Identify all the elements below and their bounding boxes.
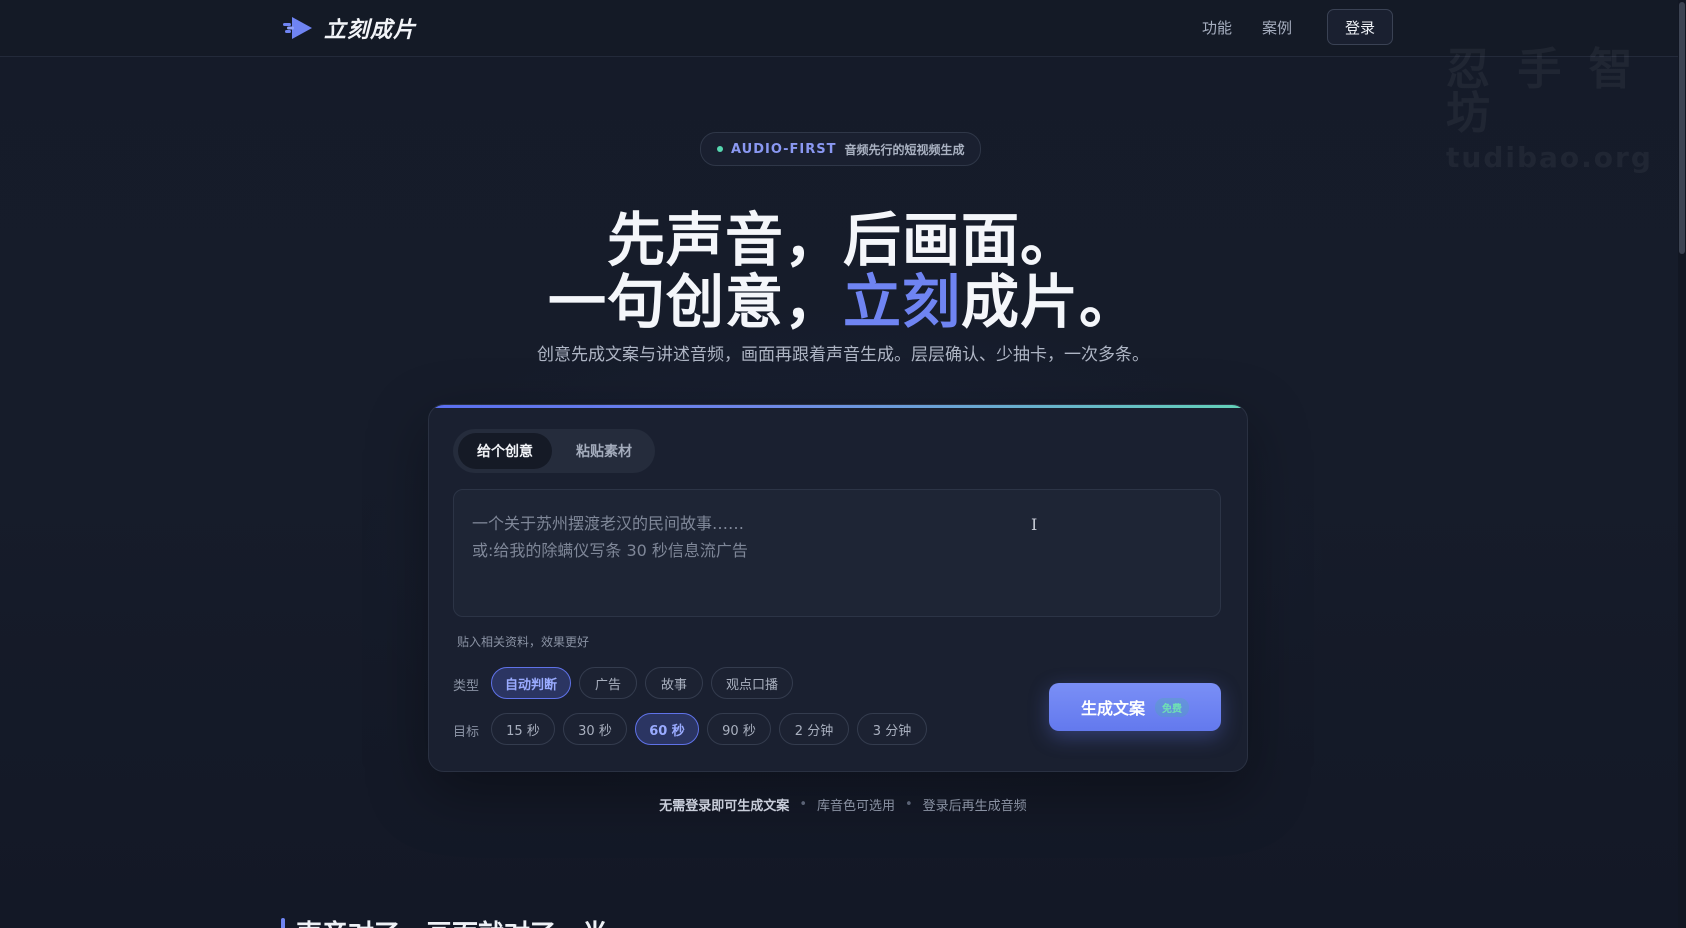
headline-suffix: 成片。 bbox=[961, 268, 1139, 336]
badge-text: 音频先行的短视频生成 bbox=[844, 142, 965, 157]
idea-input[interactable]: 一个关于苏州摆渡老汉的民间故事…… 或:给我的除螨仪写条 30 秒信息流广告 bbox=[453, 489, 1221, 617]
type-chip-opinion[interactable]: 观点口播 bbox=[711, 667, 793, 699]
audio-first-badge: AUDIO-FIRST 音频先行的短视频生成 bbox=[700, 132, 981, 166]
brand[interactable]: 立刻成片 bbox=[282, 12, 416, 44]
target-chip-3min[interactable]: 3 分钟 bbox=[857, 713, 927, 745]
target-label: 目标 bbox=[453, 725, 480, 740]
target-chip-30s[interactable]: 30 秒 bbox=[563, 713, 627, 745]
text-cursor-icon: I bbox=[1031, 515, 1038, 534]
type-chip-ad[interactable]: 广告 bbox=[579, 667, 637, 699]
watermark-line1: 忍 手 智 坊 bbox=[1446, 44, 1639, 139]
target-chip-2min[interactable]: 2 分钟 bbox=[779, 713, 849, 745]
watermark-line2: tudibao.org bbox=[1446, 141, 1653, 174]
generator-card: 给个创意 粘贴素材 一个关于苏州摆渡老汉的民间故事…… 或:给我的除螨仪写条 3… bbox=[428, 404, 1248, 772]
idea-input-placeholder-line2: 或:给我的除螨仪写条 30 秒信息流广告 bbox=[472, 541, 748, 560]
target-chip-15s[interactable]: 15 秒 bbox=[491, 713, 555, 745]
scrollbar-track[interactable] bbox=[1678, 0, 1686, 928]
input-hint: 贴入相关资料，效果更好 bbox=[457, 635, 590, 649]
nav-cases-link[interactable]: 案例 bbox=[1262, 17, 1292, 38]
input-mode-tabs: 给个创意 粘贴素材 bbox=[453, 429, 655, 473]
tab-idea[interactable]: 给个创意 bbox=[458, 433, 552, 469]
top-navbar: 立刻成片 功能 案例 登录 bbox=[0, 0, 1686, 57]
free-badge: 免费 bbox=[1155, 697, 1189, 717]
note-separator: • bbox=[799, 797, 807, 812]
login-button[interactable]: 登录 bbox=[1327, 9, 1393, 45]
note-voice-library: 库音色可选用 bbox=[816, 799, 895, 814]
tab-paste-material[interactable]: 粘贴素材 bbox=[557, 433, 651, 469]
target-chip-60s[interactable]: 60 秒 bbox=[635, 713, 699, 745]
note-separator: • bbox=[905, 797, 913, 812]
hero-subtitle: 创意先成文案与讲述音频，画面再跟着声音生成。层层确认、少抽卡，一次多条。 bbox=[537, 345, 1149, 365]
type-chip-story[interactable]: 故事 bbox=[645, 667, 703, 699]
idea-input-placeholder-line1: 一个关于苏州摆渡老汉的民间故事…… bbox=[472, 514, 745, 533]
badge-tag: AUDIO-FIRST bbox=[731, 141, 837, 157]
headline-line2: 一句创意，立刻成片。 bbox=[0, 255, 1686, 339]
nav-features-link[interactable]: 功能 bbox=[1202, 17, 1232, 38]
section-title: 声音对了，画面就对了一半 bbox=[296, 914, 608, 928]
note-audio-after-login: 登录后再生成音频 bbox=[922, 799, 1027, 814]
card-accent-line bbox=[429, 405, 1247, 408]
type-label: 类型 bbox=[453, 679, 480, 694]
status-dot-icon bbox=[717, 146, 723, 152]
generate-copy-button[interactable]: 生成文案 免费 bbox=[1049, 683, 1221, 731]
watermark: 忍 手 智 坊 tudibao.org bbox=[1446, 48, 1686, 172]
type-chip-auto[interactable]: 自动判断 bbox=[491, 667, 571, 699]
section-accent-bar bbox=[281, 918, 285, 928]
nav-links: 功能 案例 登录 bbox=[1202, 9, 1393, 45]
headline-accent: 立刻 bbox=[842, 268, 961, 336]
play-logo-icon bbox=[283, 17, 312, 39]
brand-name: 立刻成片 bbox=[324, 18, 417, 43]
generate-button-label: 生成文案 bbox=[1080, 699, 1145, 718]
note-no-login: 无需登录即可生成文案 bbox=[659, 799, 790, 814]
headline-prefix: 一句创意， bbox=[547, 268, 843, 336]
target-chip-90s[interactable]: 90 秒 bbox=[707, 713, 771, 745]
feature-notes: 无需登录即可生成文案 • 库音色可选用 • 登录后再生成音频 bbox=[0, 795, 1686, 814]
